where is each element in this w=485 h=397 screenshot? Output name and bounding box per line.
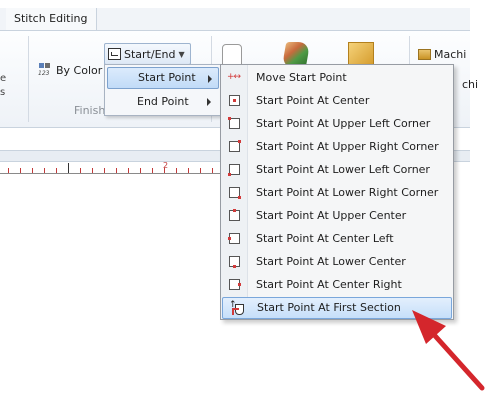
ruler-tick xyxy=(20,168,21,173)
center-point-icon xyxy=(229,95,240,106)
menu-item-center-right[interactable]: Start Point At Center Right xyxy=(222,274,452,296)
menu-item-lower-left-corner[interactable]: Start Point At Lower Left Corner xyxy=(222,159,452,181)
menu-item-label: Move Start Point xyxy=(256,71,347,84)
truncated-text: s xyxy=(0,87,6,98)
lower-left-point-icon xyxy=(228,164,240,176)
menu-item-label: Start Point At Upper Center xyxy=(256,209,407,222)
menu-item-lower-center[interactable]: Start Point At Lower Center xyxy=(222,251,452,273)
menu-item-label: Start Point At Upper Left Corner xyxy=(256,117,431,130)
start-end-submenu: Start Point End Point xyxy=(104,64,222,116)
ruler-tick xyxy=(44,168,45,173)
lower-center-point-icon xyxy=(229,256,240,268)
ruler-tick xyxy=(32,168,33,173)
ruler-tick xyxy=(116,168,117,173)
start-end-dropdown-button[interactable]: Start/End ▼ xyxy=(104,43,191,65)
submenu-item-label: End Point xyxy=(137,95,189,108)
ruler-tick xyxy=(200,168,201,173)
submenu-item-start-point[interactable]: Start Point xyxy=(107,67,219,89)
chevron-right-icon xyxy=(207,98,211,106)
ruler-tick xyxy=(68,163,69,173)
ribbon-tab-strip: Stitch Editing xyxy=(0,8,470,31)
menu-item-label: Start Point At First Section xyxy=(257,301,401,314)
upper-center-point-icon xyxy=(229,209,240,221)
ruler-tick xyxy=(152,168,153,173)
first-section-point-icon: ↑ xyxy=(229,301,245,315)
ruler-tick xyxy=(164,168,165,173)
menu-item-label: Start Point At Lower Left Corner xyxy=(256,163,430,176)
move-arrows-icon: +↔ xyxy=(227,72,241,82)
menu-item-center-left[interactable]: Start Point At Center Left xyxy=(222,228,452,250)
by-color-icon-digits: 123 xyxy=(38,70,50,77)
ruler-tick xyxy=(176,168,177,173)
start-point-menu: +↔ Move Start Point Start Point At Cente… xyxy=(220,64,454,320)
ruler-tick xyxy=(92,168,93,173)
menu-item-lower-right-corner[interactable]: Start Point At Lower Right Corner xyxy=(222,182,452,204)
menu-item-label: Start Point At Center xyxy=(256,94,370,107)
center-left-point-icon xyxy=(228,233,240,244)
ruler-tick xyxy=(8,168,9,173)
menu-item-upper-right-corner[interactable]: Start Point At Upper Right Corner xyxy=(222,136,452,158)
menu-item-move-start-point[interactable]: +↔ Move Start Point xyxy=(222,67,452,89)
menu-item-label: Start Point At Center Left xyxy=(256,232,394,245)
horizontal-ruler xyxy=(0,173,222,174)
menu-item-first-section[interactable]: ↑ Start Point At First Section xyxy=(222,297,452,319)
menu-item-upper-center[interactable]: Start Point At Upper Center xyxy=(222,205,452,227)
start-end-label: Start/End xyxy=(124,47,176,61)
start-end-icon xyxy=(108,48,121,60)
upper-right-point-icon xyxy=(229,140,241,152)
menu-item-label: Start Point At Center Right xyxy=(256,278,402,291)
truncated-left-label: e s xyxy=(0,72,20,100)
machine-button[interactable]: Machi xyxy=(418,45,466,63)
menu-item-label: Start Point At Upper Right Corner xyxy=(256,140,439,153)
ruler-tick xyxy=(140,168,141,173)
ruler-tick xyxy=(188,168,189,173)
lower-right-point-icon xyxy=(229,187,241,199)
chevron-down-icon: ▼ xyxy=(178,49,185,59)
by-color-button[interactable]: 123 By Color xyxy=(38,60,102,80)
menu-item-label: Start Point At Lower Center xyxy=(256,255,406,268)
menu-item-upper-left-corner[interactable]: Start Point At Upper Left Corner xyxy=(222,113,452,135)
machine-label-secondary: chi xyxy=(462,78,479,91)
machine-icon xyxy=(418,48,431,60)
truncated-text: e xyxy=(0,73,7,84)
ruler-tick xyxy=(212,168,213,173)
tab-stitch-editing-label: Stitch Editing xyxy=(14,12,88,25)
by-color-label: By Color xyxy=(56,63,103,77)
machine-label: Machi xyxy=(434,47,467,61)
menu-item-center[interactable]: Start Point At Center xyxy=(222,90,452,112)
ruler-tick xyxy=(104,168,105,173)
chevron-right-icon xyxy=(208,75,212,83)
ruler-tick xyxy=(128,168,129,173)
group-divider xyxy=(28,36,29,122)
tab-stitch-editing[interactable]: Stitch Editing xyxy=(6,8,97,30)
submenu-item-end-point[interactable]: End Point xyxy=(107,91,217,113)
ruler-tick xyxy=(56,168,57,173)
menu-item-label: Start Point At Lower Right Corner xyxy=(256,186,439,199)
submenu-item-label: Start Point xyxy=(138,71,196,84)
center-right-point-icon xyxy=(229,279,241,290)
ruler-tick xyxy=(80,168,81,173)
by-color-icon: 123 xyxy=(38,63,52,77)
annotation-arrow-shaft xyxy=(425,325,485,391)
upper-left-point-icon xyxy=(228,117,240,129)
